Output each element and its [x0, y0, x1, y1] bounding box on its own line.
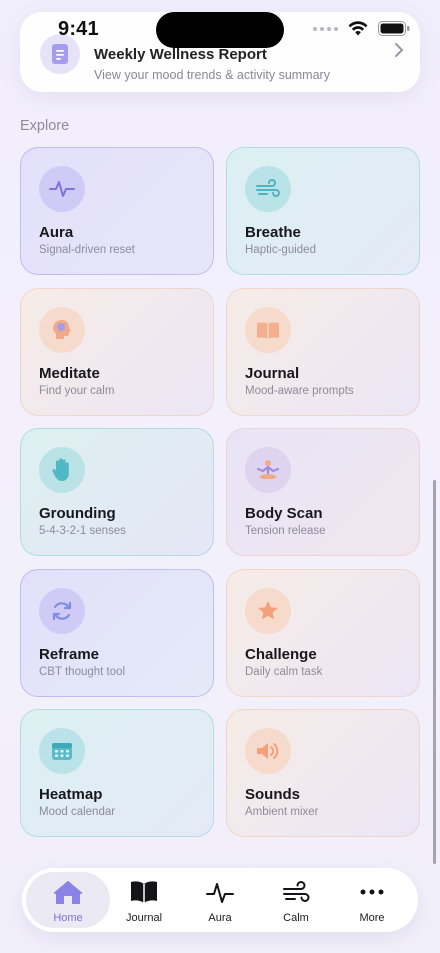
wind-icon	[245, 166, 291, 212]
book-icon	[245, 307, 291, 353]
tile-subtitle: Mood-aware prompts	[245, 385, 354, 397]
status-icons	[313, 21, 410, 36]
tab-label: Home	[53, 912, 83, 924]
status-bar: 9:41	[0, 0, 440, 56]
tile-title: Challenge	[245, 646, 317, 663]
tab-aura[interactable]: Aura	[178, 872, 262, 928]
tile-challenge[interactable]: Challenge Daily calm task	[226, 569, 420, 697]
tile-heatmap[interactable]: Heatmap Mood calendar	[20, 709, 214, 837]
tile-subtitle: CBT thought tool	[39, 666, 126, 678]
wind-icon	[254, 880, 338, 904]
tile-subtitle: Daily calm task	[245, 666, 323, 678]
tab-journal[interactable]: Journal	[102, 872, 186, 928]
tab-more[interactable]: More	[330, 872, 414, 928]
tab-bar: Home Journal Aura Calm More	[22, 868, 418, 932]
tile-grounding[interactable]: Grounding 5-4-3-2-1 senses	[20, 428, 214, 556]
battery-icon	[378, 21, 410, 36]
dynamic-island	[156, 12, 284, 48]
book-icon	[102, 880, 186, 904]
hand-icon	[39, 447, 85, 493]
speaker-icon	[245, 728, 291, 774]
tile-aura[interactable]: Aura Signal-driven reset	[20, 147, 214, 275]
tile-subtitle: 5-4-3-2-1 senses	[39, 525, 126, 537]
tab-calm[interactable]: Calm	[254, 872, 338, 928]
report-subtitle: View your mood trends & activity summary	[94, 68, 330, 82]
tile-subtitle: Tension release	[245, 525, 326, 537]
tile-title: Breathe	[245, 224, 301, 241]
tile-body-scan[interactable]: Body Scan Tension release	[226, 428, 420, 556]
tile-title: Reframe	[39, 646, 100, 663]
brain-icon	[39, 307, 85, 353]
tab-label: Calm	[283, 912, 309, 924]
tab-home[interactable]: Home	[26, 872, 110, 928]
wifi-icon	[348, 21, 368, 36]
tile-subtitle: Ambient mixer	[245, 806, 319, 818]
tile-breathe[interactable]: Breathe Haptic-guided	[226, 147, 420, 275]
tile-title: Sounds	[245, 786, 300, 803]
tile-subtitle: Find your calm	[39, 385, 115, 397]
tile-title: Journal	[245, 365, 300, 382]
tile-subtitle: Haptic-guided	[245, 244, 316, 256]
pulse-icon	[39, 166, 85, 212]
scrollbar[interactable]	[433, 480, 436, 864]
signal-icon	[313, 26, 338, 31]
star-icon	[245, 588, 291, 634]
tile-title: Heatmap	[39, 786, 103, 803]
tab-label: Journal	[125, 912, 163, 924]
tab-label: More	[359, 912, 385, 924]
meditation-figure-icon	[245, 447, 291, 493]
tile-journal[interactable]: Journal Mood-aware prompts	[226, 288, 420, 416]
tile-sounds[interactable]: Sounds Ambient mixer	[226, 709, 420, 837]
more-icon	[330, 880, 414, 904]
tile-reframe[interactable]: Reframe CBT thought tool	[20, 569, 214, 697]
status-time: 9:41	[58, 18, 99, 40]
tile-subtitle: Mood calendar	[39, 806, 116, 818]
tile-title: Meditate	[39, 365, 100, 382]
tile-title: Aura	[39, 224, 74, 241]
tile-subtitle: Signal-driven reset	[39, 244, 135, 256]
tile-title: Body Scan	[245, 505, 323, 522]
pulse-icon	[178, 880, 262, 906]
refresh-icon	[39, 588, 85, 634]
section-title: Explore	[20, 118, 70, 134]
tile-meditate[interactable]: Meditate Find your calm	[20, 288, 214, 416]
tile-title: Grounding	[39, 505, 116, 522]
home-icon	[26, 880, 110, 906]
tab-label: Aura	[208, 912, 232, 924]
calendar-icon	[39, 728, 85, 774]
